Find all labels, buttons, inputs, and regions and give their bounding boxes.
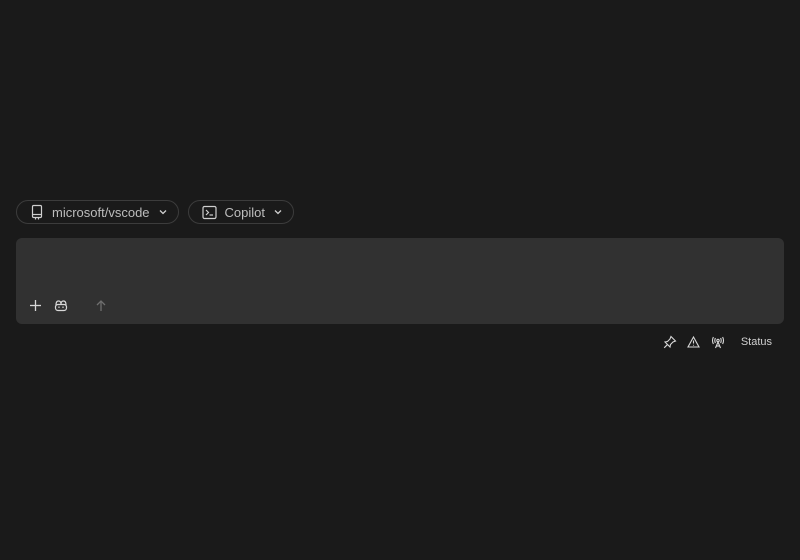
status-bar: Status (663, 334, 772, 350)
broadcast-icon (711, 336, 725, 349)
agent-selector-label: Copilot (224, 204, 266, 220)
plus-icon (29, 299, 42, 312)
broadcast-button[interactable] (711, 334, 725, 350)
copilot-icon (54, 299, 68, 312)
add-button[interactable] (26, 296, 44, 314)
warning-icon (687, 336, 701, 348)
copilot-button[interactable] (52, 296, 70, 314)
chevron-down-icon (158, 207, 168, 217)
arrow-up-icon (95, 299, 107, 312)
chat-composer (16, 238, 784, 324)
app-root: microsoft/vscode Copilot Status (0, 0, 800, 560)
problems-button[interactable] (687, 334, 701, 350)
repo-icon (30, 204, 44, 220)
status-link[interactable]: Status (741, 336, 772, 348)
agent-selector[interactable]: Copilot (187, 200, 295, 224)
terminal-icon (201, 205, 217, 220)
send-button[interactable] (92, 296, 110, 314)
prompt-input[interactable] (30, 248, 770, 290)
selector-row: microsoft/vscode Copilot (16, 200, 295, 224)
repo-selector[interactable]: microsoft/vscode (16, 200, 179, 224)
pin-icon (663, 335, 677, 349)
composer-toolbar (26, 296, 110, 314)
repo-selector-label: microsoft/vscode (52, 204, 150, 220)
pin-button[interactable] (663, 334, 677, 350)
chevron-down-icon (273, 207, 283, 217)
